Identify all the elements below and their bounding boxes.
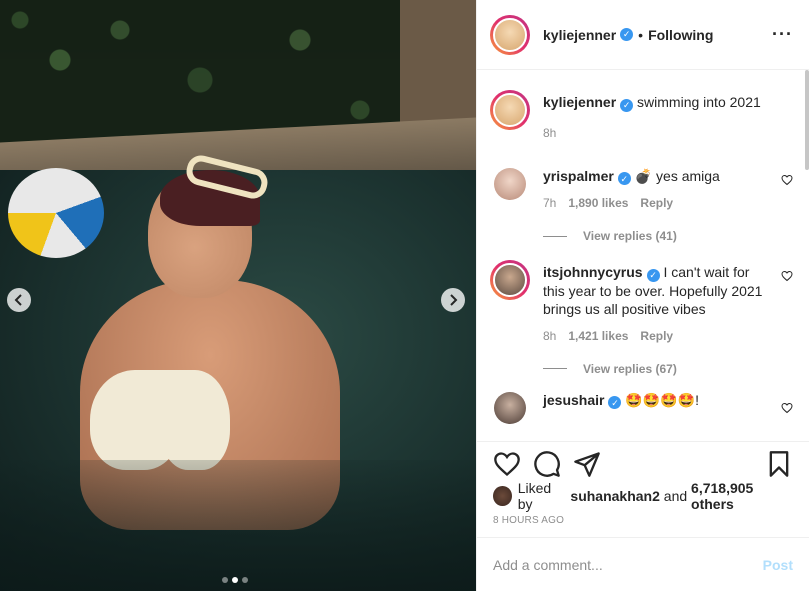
comments-section[interactable]: kyliejenner ✓ swimming into 2021 8h yrisp… [477, 70, 809, 441]
comment-like-heart-icon[interactable] [781, 270, 793, 282]
bookmark-icon[interactable] [765, 450, 793, 478]
comment-time: 8h [543, 328, 557, 343]
liker-username[interactable]: suhanakhan2 [570, 488, 659, 504]
avatar [493, 263, 527, 297]
comment-username[interactable]: jesushair [543, 392, 604, 408]
comment-body: itsjohnnycyrus ✓ I can't wait for this ye… [543, 260, 793, 345]
verified-badge-icon: ✓ [646, 268, 660, 282]
follow-separator: • [638, 26, 644, 43]
heart-icon[interactable] [493, 450, 521, 478]
comment-row: jesushair ✓ 🤩🤩🤩🤩! [490, 388, 793, 428]
comment-reply-button[interactable]: Reply [640, 327, 673, 345]
verified-badge-icon: ✓ [620, 98, 634, 112]
comment-body: yrispalmer ✓ 💣 yes amiga 7h 1,890 likes R… [543, 164, 793, 213]
caption-text: swimming into 2021 [637, 94, 761, 110]
caption-row: kyliejenner ✓ swimming into 2021 8h [490, 90, 793, 142]
photo-water-foreground [0, 460, 476, 591]
verified-badge-icon: ✓ [617, 172, 631, 185]
carousel-dot [242, 577, 248, 583]
chevron-right-icon [450, 294, 458, 306]
photo-swimsuit-right [160, 370, 230, 470]
carousel-next-button[interactable] [441, 288, 465, 312]
post-side-panel: kyliejenner ✓ • Following ··· kyliejenne… [476, 0, 809, 591]
instagram-post-modal: kyliejenner ✓ • Following ··· kyliejenne… [0, 0, 809, 591]
view-replies-button[interactable]: View replies (67) [543, 362, 793, 376]
avatar [493, 17, 527, 52]
likes-summary: Liked by suhanakhan2 and 6,718,905 other… [477, 480, 809, 512]
add-comment-bar: Post [477, 537, 809, 591]
avatar [493, 93, 527, 127]
comment-avatar[interactable] [494, 391, 526, 424]
caption-avatar[interactable] [490, 90, 530, 130]
liker-avatar[interactable] [493, 486, 512, 506]
share-icon[interactable] [573, 450, 601, 478]
comment-avatar[interactable] [490, 260, 530, 300]
following-button[interactable]: Following [648, 27, 713, 43]
author-username[interactable]: kyliejenner [543, 27, 616, 43]
author-info: kyliejenner ✓ • Following [543, 27, 713, 43]
replies-divider [543, 235, 567, 237]
caption-meta: 8h [543, 124, 771, 142]
view-replies-button[interactable]: View replies (41) [543, 229, 793, 243]
post-header: kyliejenner ✓ • Following ··· [477, 0, 809, 70]
comment-like-heart-icon[interactable] [781, 402, 793, 414]
comment-likes[interactable]: 1,890 likes [568, 194, 628, 212]
comment-row: yrispalmer ✓ 💣 yes amiga 7h 1,890 likes R… [490, 164, 793, 213]
caption-time: 8h [543, 125, 557, 140]
comment-avatar[interactable] [494, 167, 526, 200]
carousel-dot [222, 577, 228, 583]
comment-icon[interactable] [533, 450, 561, 478]
post-comment-button[interactable]: Post [763, 557, 793, 573]
view-replies-label: View replies (67) [583, 361, 677, 376]
carousel-prev-button[interactable] [7, 288, 31, 312]
comment-likes[interactable]: 1,421 likes [568, 327, 628, 345]
comment-body: jesushair ✓ 🤩🤩🤩🤩! [543, 388, 793, 409]
comment-row: itsjohnnycyrus ✓ I can't wait for this ye… [490, 260, 793, 345]
view-replies-label: View replies (41) [583, 229, 677, 243]
post-photo[interactable] [0, 0, 476, 591]
post-timestamp: 8 HOURS AGO [493, 515, 565, 526]
post-actions-bar [477, 441, 809, 485]
comment-reply-button[interactable]: Reply [640, 194, 673, 212]
chevron-left-icon [14, 294, 22, 306]
more-options-icon[interactable]: ··· [772, 24, 793, 45]
author-avatar[interactable] [490, 14, 530, 55]
caption-username[interactable]: kyliejenner [543, 94, 616, 110]
verified-badge-icon: ✓ [608, 396, 622, 409]
carousel-dots [222, 577, 248, 583]
comment-username[interactable]: yrispalmer [543, 168, 614, 184]
comment-username[interactable]: itsjohnnycyrus [543, 264, 643, 280]
comment-text: 🤩🤩🤩🤩! [625, 391, 699, 408]
replies-divider [543, 368, 567, 369]
carousel-dot-active [232, 577, 238, 583]
caption-body: kyliejenner ✓ swimming into 2021 8h [543, 90, 793, 142]
comments-scrollbar[interactable] [805, 70, 809, 170]
add-comment-input[interactable] [493, 556, 763, 573]
likes-conjunction: and [663, 488, 688, 504]
comment-time: 7h [543, 196, 557, 210]
comment-meta: 8h 1,421 likes Reply [543, 327, 771, 345]
comment-meta: 7h 1,890 likes Reply [543, 194, 771, 212]
comment-text: 💣 yes amiga [634, 167, 720, 184]
verified-badge-icon: ✓ [620, 28, 634, 41]
photo-beach-ball [8, 168, 104, 258]
comment-like-heart-icon[interactable] [781, 174, 793, 186]
